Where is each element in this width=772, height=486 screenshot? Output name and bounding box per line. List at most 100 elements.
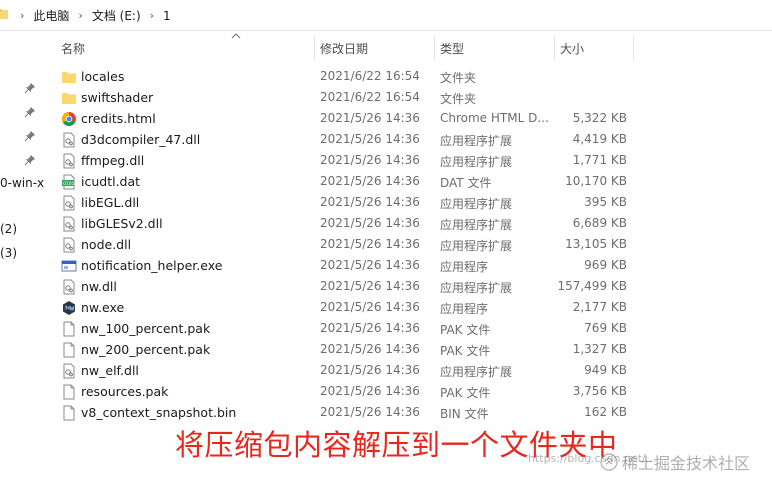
column-divider[interactable] [434,36,435,60]
nav-item-folder[interactable]: 0-win-x [0,176,44,190]
column-divider[interactable] [554,36,555,60]
file-size: 395 KB [584,195,627,209]
chevron-right-icon[interactable]: › [14,9,30,22]
file-size: 2,177 KB [572,300,627,314]
file-type: 应用程序 [440,260,489,274]
file-name: node.dll [81,237,132,252]
breadcrumb-folder-1[interactable]: 1 [160,9,174,23]
file-type: 文件夹 [440,71,477,85]
file-size: 13,105 KB [565,237,627,251]
file-row[interactable]: nw_200_percent.pak 2021/5/26 14:36 PAK 文… [52,339,772,360]
nav-item-drive[interactable]: (3) [0,246,17,260]
watermark-brand-label: 稀土掘金技术社区 [622,454,751,473]
pin-icon[interactable] [24,106,36,118]
file-row[interactable]: libEGL.dll 2021/5/26 14:36 应用程序扩展 395 KB [52,192,772,213]
file-name: resources.pak [81,384,169,399]
column-date-modified[interactable]: 修改日期 [320,40,368,57]
file-date: 2021/5/26 14:36 [320,132,420,146]
nw-exe-icon [63,301,75,315]
file-icon [63,405,75,421]
file-row[interactable]: resources.pak 2021/5/26 14:36 PAK 文件 3,7… [52,381,772,402]
chevron-right-icon[interactable]: › [72,9,88,22]
pin-icon[interactable] [24,82,36,94]
file-date: 2021/5/26 14:36 [320,258,420,272]
file-row[interactable]: 0101 icudtl.dat 2021/5/26 14:36 DAT 文件 1… [52,171,772,192]
exe-window-icon [61,260,77,272]
file-row[interactable]: nw_100_percent.pak 2021/5/26 14:36 PAK 文… [52,318,772,339]
address-bar[interactable]: › 此电脑 › 文档 (E:) › 1 [0,0,772,31]
file-name: icudtl.dat [81,174,141,189]
column-size[interactable]: 大小 [560,40,584,57]
file-size: 4,419 KB [572,132,627,146]
file-name: credits.html [81,111,156,126]
file-row[interactable]: v8_context_snapshot.bin 2021/5/26 14:36 … [52,402,772,423]
file-type: 应用程序扩展 [440,134,513,148]
file-size: 5,322 KB [572,111,627,125]
file-date: 2021/6/22 16:54 [320,90,420,104]
file-size: 969 KB [584,258,627,272]
sort-ascending-icon [231,33,241,39]
dat-icon: 0101 [62,174,75,190]
dll-icon [63,216,75,232]
file-icon [63,384,75,400]
file-row[interactable]: libGLESv2.dll 2021/5/26 14:36 应用程序扩展 6,6… [52,213,772,234]
file-size: 162 KB [584,405,627,419]
file-name: libGLESv2.dll [81,216,163,231]
file-date: 2021/5/26 14:36 [320,405,420,419]
pin-icon[interactable] [24,154,36,166]
file-type: BIN 文件 [440,407,489,421]
file-name: nw_elf.dll [81,363,139,378]
file-type: PAK 文件 [440,386,491,400]
nav-item-drive[interactable]: (2) [0,222,17,236]
file-row[interactable]: node.dll 2021/5/26 14:36 应用程序扩展 13,105 K… [52,234,772,255]
file-size: 3,756 KB [572,384,627,398]
dll-icon [63,132,75,148]
watermark-brand: 稀土掘金技术社区 [600,450,750,474]
file-date: 2021/5/26 14:36 [320,363,420,377]
file-row[interactable]: notification_helper.exe 2021/5/26 14:36 … [52,255,772,276]
juejin-logo-icon [600,453,618,471]
file-date: 2021/5/26 14:36 [320,384,420,398]
file-name: nw_100_percent.pak [81,321,211,336]
file-icon [63,342,75,358]
column-divider[interactable] [314,36,315,60]
file-type: 应用程序扩展 [440,281,513,295]
column-name[interactable]: 名称 [61,40,85,57]
folder-icon [0,9,8,19]
file-row[interactable]: swiftshader 2021/6/22 16:54 文件夹 [52,87,772,108]
dll-icon [63,195,75,211]
file-date: 2021/5/26 14:36 [320,342,420,356]
file-date: 2021/5/26 14:36 [320,279,420,293]
file-row[interactable]: d3dcompiler_47.dll 2021/5/26 14:36 应用程序扩… [52,129,772,150]
breadcrumb-drive-e[interactable]: 文档 (E:) [89,7,144,24]
file-row[interactable]: nw_elf.dll 2021/5/26 14:36 应用程序扩展 949 KB [52,360,772,381]
file-date: 2021/5/26 14:36 [320,174,420,188]
file-list: locales 2021/6/22 16:54 文件夹 swiftshader … [52,66,772,423]
file-row[interactable]: nw.exe 2021/5/26 14:36 应用程序 2,177 KB [52,297,772,318]
chevron-right-icon[interactable]: › [144,9,160,22]
file-row[interactable]: ffmpeg.dll 2021/5/26 14:36 应用程序扩展 1,771 … [52,150,772,171]
column-divider[interactable] [633,36,634,60]
file-row[interactable]: locales 2021/6/22 16:54 文件夹 [52,66,772,87]
file-row[interactable]: credits.html 2021/5/26 14:36 Chrome HTML… [52,108,772,129]
file-date: 2021/5/26 14:36 [320,216,420,230]
file-name: swiftshader [81,90,154,105]
file-date: 2021/5/26 14:36 [320,237,420,251]
file-type: 应用程序扩展 [440,155,513,169]
file-row[interactable]: nw.dll 2021/5/26 14:36 应用程序扩展 157,499 KB [52,276,772,297]
file-name: d3dcompiler_47.dll [81,132,201,147]
file-name: ffmpeg.dll [81,153,145,168]
file-size: 6,689 KB [572,216,627,230]
column-header: 名称 修改日期 类型 大小 [52,32,772,62]
file-size: 1,771 KB [572,153,627,167]
pin-icon[interactable] [24,130,36,142]
file-date: 2021/5/26 14:36 [320,300,420,314]
dll-icon [63,279,75,295]
file-type: 应用程序扩展 [440,365,513,379]
column-type[interactable]: 类型 [440,40,464,57]
breadcrumb-this-pc[interactable]: 此电脑 [30,7,72,24]
file-name: libEGL.dll [81,195,140,210]
file-date: 2021/6/22 16:54 [320,69,420,83]
file-date: 2021/5/26 14:36 [320,111,420,125]
dll-icon [63,363,75,379]
